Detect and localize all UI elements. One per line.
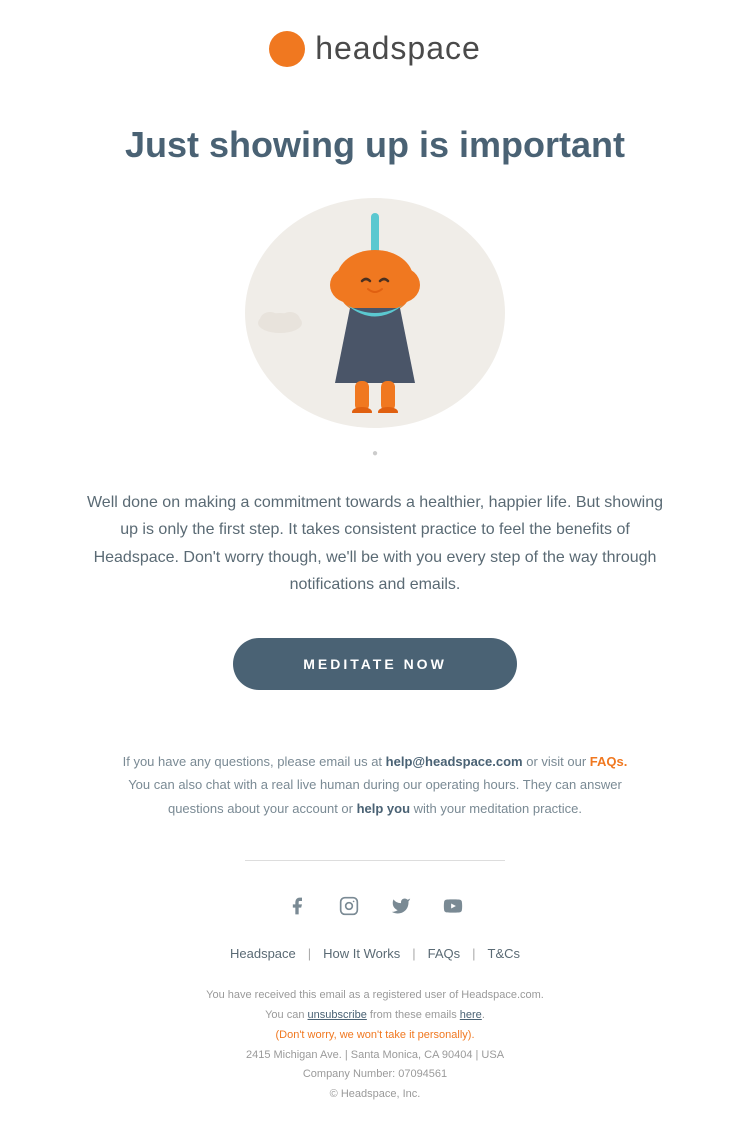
footer-line2-post: with your meditation practice.	[410, 801, 582, 816]
divider	[245, 860, 505, 861]
hero-title: Just showing up is important	[0, 92, 750, 179]
logo-text: headspace	[315, 30, 481, 67]
unsubscribe-link[interactable]: unsubscribe	[308, 1009, 367, 1021]
footer-line1-pre: If you have any questions, please email …	[123, 754, 386, 769]
footer-line2: You can also chat with a real live human…	[128, 777, 622, 815]
footer-nav-sep-1: |	[308, 946, 311, 961]
header: headspace	[0, 0, 750, 92]
footer-legal-line1: You have received this email as a regist…	[100, 986, 650, 1006]
footer-legal-copyright: © Headspace, Inc.	[100, 1085, 650, 1105]
facebook-icon[interactable]	[282, 891, 312, 921]
body-paragraph: Well done on making a commitment towards…	[0, 479, 750, 628]
cta-section: MEDITATE NOW	[0, 628, 750, 730]
footer-nav-headspace[interactable]: Headspace	[230, 946, 296, 961]
dot-separator: ●	[0, 438, 750, 479]
footer-nav-tcs[interactable]: T&Cs	[488, 946, 521, 961]
footer-info: If you have any questions, please email …	[0, 730, 750, 850]
footer-faqs-link[interactable]: FAQs.	[590, 754, 628, 769]
footer-line1-mid: or visit our	[523, 754, 590, 769]
footer-legal-line2: You can unsubscribe from these emails he…	[100, 1006, 650, 1026]
footer-email-link[interactable]: help@headspace.com	[386, 754, 523, 769]
footer-legal-dont-worry: (Don't worry, we won't take it personall…	[100, 1026, 650, 1046]
youtube-icon[interactable]	[438, 891, 468, 921]
footer-legal-address: 2415 Michigan Ave. | Santa Monica, CA 90…	[100, 1046, 650, 1066]
social-icons	[0, 886, 750, 941]
footer-line1: If you have any questions, please email …	[123, 754, 628, 769]
footer-legal-company: Company Number: 07094561	[100, 1065, 650, 1085]
footer-nav: Headspace | How It Works | FAQs | T&Cs	[0, 941, 750, 981]
footer-nav-how-it-works[interactable]: How It Works	[323, 946, 400, 961]
character-illustration	[295, 213, 455, 413]
logo: headspace	[269, 30, 481, 67]
logo-dot	[269, 31, 305, 67]
meditate-now-button[interactable]: MEDITATE NOW	[233, 638, 517, 690]
footer-help-link[interactable]: help you	[357, 801, 410, 816]
instagram-icon[interactable]	[334, 891, 364, 921]
here-link[interactable]: here	[460, 1009, 482, 1021]
footer-nav-sep-2: |	[412, 946, 415, 961]
illustration-area	[0, 178, 750, 438]
footer-nav-faqs[interactable]: FAQs	[428, 946, 461, 961]
body-text-content: Well done on making a commitment towards…	[87, 494, 663, 593]
email-container: headspace Just showing up is important	[0, 0, 750, 1135]
small-cloud	[255, 308, 305, 333]
footer-legal: You have received this email as a regist…	[0, 981, 750, 1135]
footer-nav-sep-3: |	[472, 946, 475, 961]
twitter-icon[interactable]	[386, 891, 416, 921]
illustration-background	[245, 198, 505, 428]
